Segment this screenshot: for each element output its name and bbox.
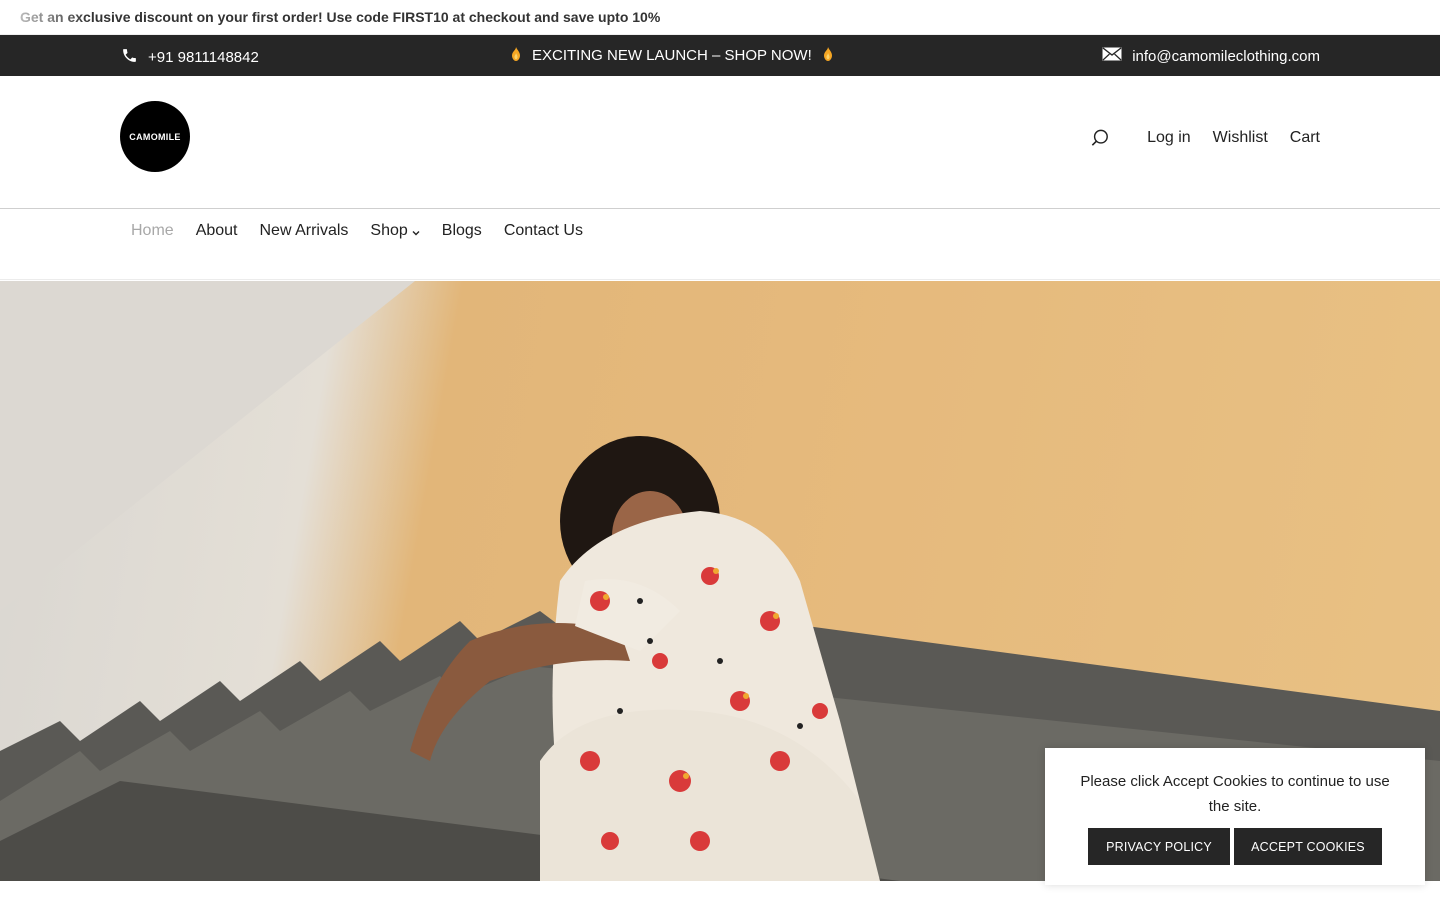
- phone-icon: [121, 47, 138, 68]
- promo-text: Get an exclusive discount on your first …: [20, 9, 661, 25]
- nav-item-home[interactable]: Home: [131, 222, 174, 240]
- logo-text: CAMOMILE: [129, 131, 181, 142]
- nav-item-label: New Arrivals: [259, 222, 349, 239]
- nav-item-blogs[interactable]: Blogs: [442, 222, 482, 240]
- nav-item-label: Blogs: [441, 222, 482, 239]
- info-bar: +91 9811148842 EXCITING NEW LAUNCH – SHO…: [0, 35, 1440, 76]
- nav-item-label: Home: [131, 222, 174, 239]
- cookie-message: Please click Accept Cookies to continue …: [1080, 773, 1390, 815]
- nav-item-shop[interactable]: Shop: [370, 222, 420, 240]
- main-nav: Home About New Arrivals Shop Blogs Conta…: [0, 209, 1440, 280]
- phone-contact[interactable]: +91 9811148842: [121, 47, 259, 68]
- envelope-icon: [1102, 47, 1122, 65]
- nav-item-label: Contact Us: [503, 222, 583, 239]
- nav-item-label: Shop: [370, 222, 408, 239]
- nav-item-about[interactable]: About: [196, 222, 238, 240]
- login-link[interactable]: Log in: [1147, 129, 1191, 147]
- chevron-down-icon: [412, 228, 420, 238]
- privacy-policy-button[interactable]: PRIVACY POLICY: [1088, 828, 1230, 865]
- launch-text: EXCITING NEW LAUNCH – SHOP NOW!: [532, 47, 812, 64]
- accept-cookies-button[interactable]: ACCEPT COOKIES: [1234, 828, 1382, 865]
- wishlist-link[interactable]: Wishlist: [1213, 129, 1268, 147]
- flame-icon: [510, 47, 522, 64]
- site-header: CAMOMILE Log in Wishlist Cart: [0, 76, 1440, 209]
- promo-bar: Get an exclusive discount on your first …: [0, 0, 1440, 35]
- nav-item-new-arrivals[interactable]: New Arrivals: [260, 222, 349, 240]
- nav-item-label: About: [195, 222, 238, 239]
- promo-fade: [0, 0, 90, 34]
- logo[interactable]: CAMOMILE: [120, 101, 190, 172]
- launch-announcement[interactable]: EXCITING NEW LAUNCH – SHOP NOW!: [510, 47, 834, 64]
- flame-icon: [822, 47, 834, 64]
- email-contact[interactable]: info@camomileclothing.com: [1102, 47, 1320, 65]
- search-icon[interactable]: [1087, 128, 1113, 148]
- cart-link[interactable]: Cart: [1290, 129, 1320, 147]
- header-actions: Log in Wishlist Cart: [1087, 128, 1320, 148]
- phone-number: +91 9811148842: [148, 49, 259, 66]
- nav-item-contact-us[interactable]: Contact Us: [504, 222, 583, 240]
- email-address: info@camomileclothing.com: [1132, 47, 1320, 65]
- cookie-banner: Please click Accept Cookies to continue …: [1045, 748, 1425, 885]
